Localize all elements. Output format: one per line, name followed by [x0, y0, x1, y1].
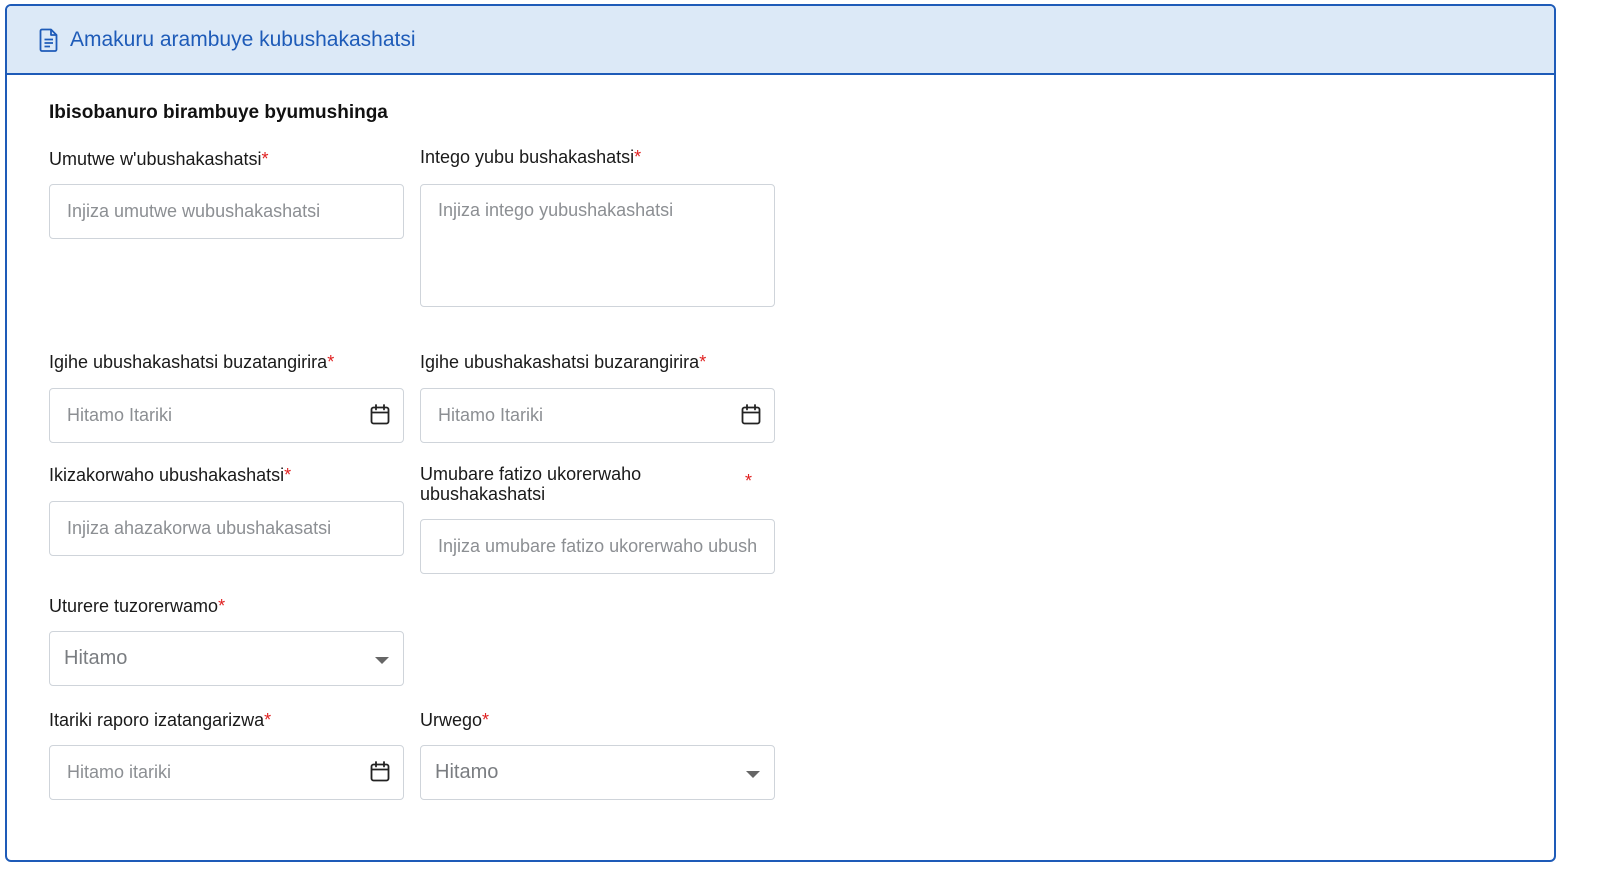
calendar-icon[interactable] [741, 404, 761, 426]
research-objective-label: Intego yubu bushakashatsi* [420, 147, 641, 167]
district-select-value: Hitamo [64, 647, 128, 669]
district-label: Uturere tuzorerwamo* [49, 596, 225, 616]
research-details-card: Amakuru arambuye kubushakashatsi Ibisoba… [5, 4, 1556, 862]
level-label-text: Urwego [420, 710, 483, 730]
report-date-label-text: Itariki raporo izatangarizwa [49, 710, 265, 730]
required-marker: * [482, 710, 490, 730]
end-date-label: Igihe ubushakashatsi buzarangirira* [420, 352, 706, 372]
start-date-label: Igihe ubushakashatsi buzatangirira* [49, 352, 334, 372]
end-date-field [420, 388, 775, 443]
level-label: Urwego* [420, 710, 489, 730]
reference-number-field [420, 519, 775, 574]
start-date-input[interactable] [50, 389, 403, 442]
start-date-label-text: Igihe ubushakashatsi buzatangirira [49, 352, 328, 372]
reference-number-label: Umubare fatizo ukorerwaho ubushakashatsi [420, 464, 641, 504]
card-title: Amakuru arambuye kubushakashatsi [70, 27, 416, 51]
end-date-label-text: Igihe ubushakashatsi buzarangirira [420, 352, 700, 372]
research-objective-field [420, 184, 775, 307]
report-date-label: Itariki raporo izatangarizwa* [49, 710, 271, 730]
research-title-input[interactable] [50, 185, 403, 238]
card-header: Amakuru arambuye kubushakashatsi [7, 6, 1554, 75]
required-marker: * [745, 471, 753, 491]
level-select-value: Hitamo [435, 761, 499, 783]
document-icon [39, 28, 58, 52]
report-date-field [49, 745, 404, 800]
level-select[interactable]: Hitamo [420, 745, 775, 800]
required-marker: * [218, 596, 226, 616]
required-marker: * [634, 147, 642, 167]
start-date-field [49, 388, 404, 443]
location-field [49, 501, 404, 556]
research-title-label-text: Umutwe w'ubushakashatsi [49, 149, 262, 169]
calendar-icon[interactable] [370, 761, 390, 783]
location-label-text: Ikizakorwaho ubushakashatsi [49, 465, 285, 485]
end-date-input[interactable] [421, 389, 774, 442]
report-date-input[interactable] [50, 746, 403, 799]
reference-number-input[interactable] [421, 520, 774, 573]
location-label: Ikizakorwaho ubushakashatsi* [49, 465, 291, 485]
research-objective-textarea[interactable] [421, 185, 774, 306]
calendar-icon[interactable] [370, 404, 390, 426]
required-marker: * [264, 710, 272, 730]
research-objective-label-text: Intego yubu bushakashatsi [420, 147, 635, 167]
district-label-text: Uturere tuzorerwamo [49, 596, 219, 616]
required-marker: * [261, 149, 269, 169]
reference-number-label-line2: ubushakashatsi [420, 484, 546, 504]
required-marker: * [699, 352, 707, 372]
section-title: Ibisobanuro birambuye byumushinga [49, 102, 388, 123]
research-title-field [49, 184, 404, 239]
required-marker: * [327, 352, 335, 372]
district-select[interactable]: Hitamo [49, 631, 404, 686]
research-title-label: Umutwe w'ubushakashatsi* [49, 149, 269, 169]
chevron-down-icon [375, 657, 389, 664]
location-input[interactable] [50, 502, 403, 555]
chevron-down-icon [746, 771, 760, 778]
reference-number-label-line1: Umubare fatizo ukorerwaho [420, 464, 642, 484]
required-marker: * [284, 465, 292, 485]
